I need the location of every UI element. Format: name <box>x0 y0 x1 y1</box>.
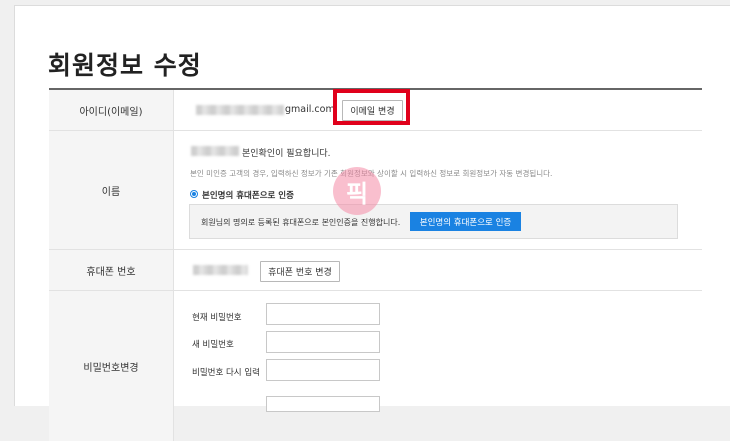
confirm-password-label: 비밀번호 다시 입력 <box>192 368 260 378</box>
masked-phone-number <box>193 265 248 275</box>
masked-name <box>191 146 239 156</box>
pick-watermark-icon: 픽 <box>333 167 381 215</box>
new-password-input[interactable] <box>266 331 380 353</box>
current-password-input[interactable] <box>266 303 380 325</box>
highlight-box <box>333 89 410 125</box>
new-password-label: 새 비밀번호 <box>192 340 234 350</box>
current-password-label: 현재 비밀번호 <box>192 313 242 323</box>
email-label: 아이디(이메일) <box>49 90 174 130</box>
confirm-password-input[interactable] <box>266 359 380 381</box>
watermark-text: 픽 <box>345 179 369 208</box>
phone-auth-radio[interactable] <box>190 190 198 198</box>
phone-auth-radio-label: 본인명의 휴대폰으로 인증 <box>202 191 294 201</box>
phone-label: 휴대폰 번호 <box>49 250 174 290</box>
member-info-table: 아이디(이메일) gmail.com 이메일 변경 이름 본인확인이 필요합니다… <box>49 88 702 441</box>
extra-input[interactable] <box>266 396 380 412</box>
name-label: 이름 <box>49 131 174 249</box>
auth-description: 회원님의 명의로 등록된 휴대폰으로 본인인증을 진행합니다. <box>201 218 401 227</box>
phone-row: 휴대폰 번호 휴대폰 번호 변경 <box>49 250 702 291</box>
email-row: 아이디(이메일) gmail.com 이메일 변경 <box>49 89 702 131</box>
auth-box: 회원님의 명의로 등록된 휴대폰으로 본인인증을 진행합니다. 본인명의 휴대폰… <box>189 204 678 239</box>
verification-notice: 본인확인이 필요합니다. <box>242 149 331 159</box>
email-domain: gmail.com <box>285 104 335 115</box>
masked-email-id <box>196 105 284 115</box>
radio-dot-icon <box>192 192 196 196</box>
page-title: 회원정보 수정 <box>48 51 202 80</box>
password-label: 비밀번호변경 <box>49 291 174 441</box>
phone-auth-button[interactable]: 본인명의 휴대폰으로 인증 <box>410 212 521 231</box>
password-row: 비밀번호변경 현재 비밀번호 새 비밀번호 비밀번호 다시 입력 <box>49 291 702 441</box>
change-phone-button[interactable]: 휴대폰 번호 변경 <box>260 261 340 282</box>
